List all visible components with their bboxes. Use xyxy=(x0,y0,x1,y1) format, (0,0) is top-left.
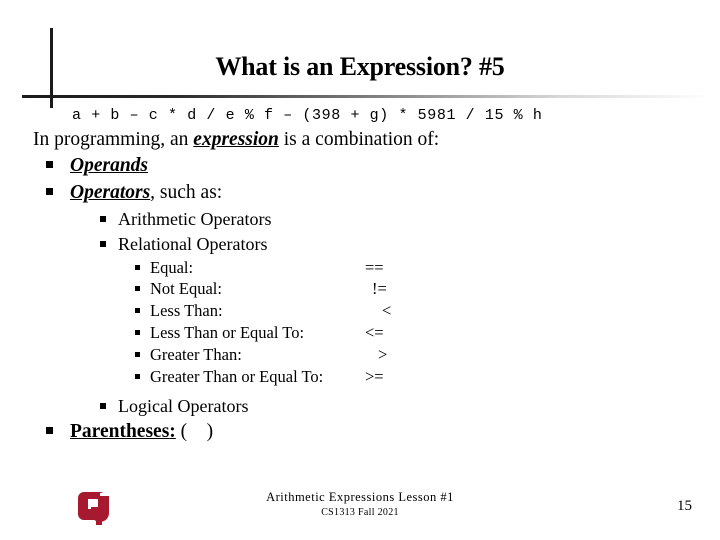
footer-lesson-title: Arithmetic Expressions Lesson #1 xyxy=(266,490,454,504)
relational-operator-row: Equal: == xyxy=(0,257,720,279)
relational-operator-label: Not Equal: xyxy=(150,279,222,299)
intro-prefix: In programming, an xyxy=(33,128,194,150)
square-bullet-icon xyxy=(135,286,140,292)
parentheses-label: Parentheses: ( ) xyxy=(70,419,213,446)
relational-operator-row: Less Than: < xyxy=(0,300,720,322)
relational-operator-symbol: >= xyxy=(365,367,384,387)
bullet-relational-operators: Relational Operators xyxy=(0,232,720,257)
parentheses-term: Parentheses: xyxy=(70,421,176,442)
relational-operator-symbol: == xyxy=(365,257,384,277)
parentheses-term-text: Parentheses xyxy=(70,420,170,442)
slide-number: 15 xyxy=(677,498,692,514)
slide-footer: Arithmetic Expressions Lesson #1 CS1313 … xyxy=(0,490,720,519)
square-bullet-icon xyxy=(46,161,53,169)
square-bullet-icon xyxy=(135,330,140,336)
relational-operator-label: Greater Than: xyxy=(150,345,242,365)
operands-label: Operands xyxy=(70,153,148,180)
relational-operator-label: Equal: xyxy=(150,257,194,277)
relational-operator-label: Greater Than or Equal To: xyxy=(150,367,324,387)
intro-suffix: is a combination of: xyxy=(278,128,440,150)
relational-operators-label: Relational Operators xyxy=(118,233,268,254)
square-bullet-icon xyxy=(100,240,106,247)
parenthesis-open: ( xyxy=(180,420,188,442)
relational-operator-symbol: > xyxy=(378,345,388,365)
bullet-parentheses: Parentheses: ( ) xyxy=(0,419,720,446)
operators-term: Operators xyxy=(70,181,151,203)
intro-term-expression: expression xyxy=(193,128,279,150)
arithmetic-operators-label: Arithmetic Operators xyxy=(118,208,272,229)
slide-body: a + b – c * d / e % f – (398 + g) * 5981… xyxy=(0,105,720,446)
operands-term: Operands xyxy=(70,155,149,177)
slide-title: What is an Expression? #5 xyxy=(215,52,505,81)
square-bullet-icon xyxy=(135,308,140,314)
square-bullet-icon xyxy=(135,374,140,380)
square-bullet-icon xyxy=(100,403,106,410)
footer-course-term: CS1313 Fall 2021 xyxy=(321,506,399,518)
square-bullet-icon xyxy=(135,264,140,270)
parentheses-colon: : xyxy=(169,420,176,442)
relational-operator-symbol: < xyxy=(382,301,392,321)
square-bullet-icon xyxy=(46,426,53,434)
parenthesis-close: ) xyxy=(206,420,214,442)
bullet-operators: Operators, such as: xyxy=(0,180,720,207)
bullet-operands: Operands xyxy=(0,153,720,180)
square-bullet-icon xyxy=(46,187,53,195)
relational-operator-row: Greater Than or Equal To: >= xyxy=(0,366,720,388)
bullet-logical-operators: Logical Operators xyxy=(0,394,720,419)
relational-operator-label: Less Than or Equal To: xyxy=(150,323,305,343)
square-bullet-icon xyxy=(100,215,106,222)
bullet-arithmetic-operators: Arithmetic Operators xyxy=(0,207,720,232)
relational-operator-symbol: != xyxy=(372,279,387,299)
operators-suffix: , such as: xyxy=(150,181,223,203)
expression-example-code: a + b – c * d / e % f – (398 + g) * 5981… xyxy=(72,107,543,124)
square-bullet-icon xyxy=(135,352,140,358)
intro-sentence: In programming, an expression is a combi… xyxy=(0,127,720,153)
relational-operator-row: Greater Than: > xyxy=(0,344,720,366)
relational-operator-symbol: <= xyxy=(365,323,384,343)
relational-operator-row: Less Than or Equal To: <= xyxy=(0,322,720,344)
operators-label: Operators, such as: xyxy=(70,180,222,207)
logical-operators-label: Logical Operators xyxy=(118,396,249,417)
relational-operator-row: Not Equal: != xyxy=(0,278,720,300)
relational-operator-label: Less Than: xyxy=(150,301,223,321)
decorative-horizontal-rule xyxy=(22,95,712,98)
